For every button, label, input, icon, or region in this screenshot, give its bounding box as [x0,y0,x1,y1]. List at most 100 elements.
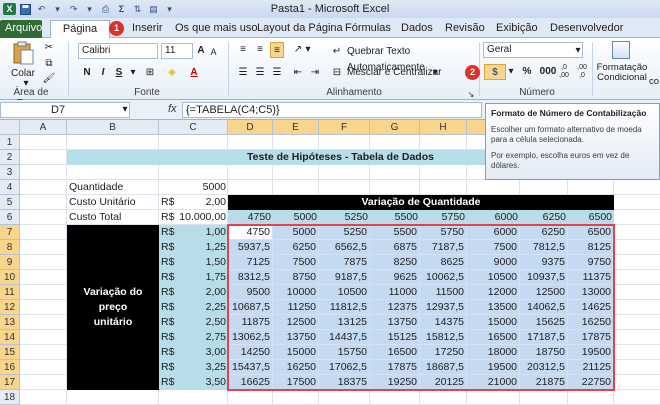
price-header-cell[interactable]: 3,00 [177,345,228,360]
data-table-cell[interactable]: 16500 [370,345,420,360]
row-header-18[interactable]: 18 [0,390,20,405]
data-table-cell[interactable]: 7812,5 [520,240,568,255]
data-table-cell[interactable]: 17500 [273,375,319,390]
font-size-select[interactable]: 11 [161,43,193,59]
data-table-cell[interactable]: 5000 [273,225,319,240]
sum-icon[interactable]: Σ [115,3,128,15]
name-box[interactable]: D7 [0,102,130,118]
align-center-icon[interactable]: ☰ [253,65,267,81]
data-table-cell[interactable]: 15437,5 [228,360,273,375]
price-header-cell[interactable]: 3,50 [177,375,228,390]
row-header-7[interactable]: 7 [0,225,20,240]
quantity-header-cell[interactable]: 5500 [370,210,420,225]
quantity-header-cell[interactable]: 6000 [467,210,520,225]
column-header-a[interactable]: A [20,120,67,135]
data-table-cell[interactable]: 6250 [520,225,568,240]
tab-formulas[interactable]: Fórmulas [340,20,396,38]
accounting-dropdown-icon[interactable]: ▾ [506,64,516,80]
data-table-cell[interactable]: 5250 [319,225,370,240]
data-table-cell[interactable]: 14062,5 [520,300,568,315]
row-header-16[interactable]: 16 [0,360,20,375]
row-header-3[interactable]: 3 [0,165,20,180]
row-header-8[interactable]: 8 [0,240,20,255]
conditional-format-button[interactable]: Formatação Condicional [594,63,650,83]
column-header-d[interactable]: D [228,120,273,135]
data-table-cell[interactable]: 18000 [467,345,520,360]
copy-icon[interactable]: ⧉ [42,56,56,72]
data-table-cell[interactable]: 19500 [568,345,614,360]
data-table-cell[interactable]: 9500 [228,285,273,300]
data-table-cell[interactable]: 17875 [370,360,420,375]
thousands-button[interactable]: 000 [538,64,558,80]
merge-center-icon[interactable]: ⊟ [330,65,344,81]
print-preview-icon[interactable]: ⎙ [99,3,112,15]
column-header-c[interactable]: C [159,120,228,135]
price-header-cell[interactable]: 1,00 [177,225,228,240]
row-header-17[interactable]: 17 [0,375,20,390]
data-table-cell[interactable]: 10062,5 [420,270,467,285]
row-header-10[interactable]: 10 [0,270,20,285]
data-table-cell[interactable]: 11000 [370,285,420,300]
data-table-cell[interactable]: 21875 [520,375,568,390]
data-table-cell[interactable]: 11375 [568,270,614,285]
row-header-15[interactable]: 15 [0,345,20,360]
data-table-cell[interactable]: 8750 [273,270,319,285]
custo-unitario-label[interactable]: Custo Unitário [67,195,159,210]
data-table-cell[interactable]: 13062,5 [228,330,273,345]
data-table-cell[interactable]: 19250 [370,375,420,390]
tab-arquivo[interactable]: Arquivo [0,20,42,38]
format-painter-icon[interactable]: 🖌 [42,71,56,87]
data-table-cell[interactable]: 10500 [319,285,370,300]
font-color-button[interactable]: A [186,65,202,81]
data-table-cell[interactable]: 10937,5 [520,270,568,285]
data-table-cell[interactable]: 13750 [273,330,319,345]
number-format-select[interactable]: Geral [483,42,583,58]
wrap-text-icon[interactable]: ↵ [330,44,344,60]
name-box-dropdown-icon[interactable]: ▾ [120,102,130,118]
undo-icon[interactable]: ↶ [35,3,48,15]
tab-revisao[interactable]: Revisão [440,20,490,38]
row-header-1[interactable]: 1 [0,135,20,150]
data-table-cell[interactable]: 6250 [273,240,319,255]
bold-button[interactable]: N [80,65,94,81]
align-middle-icon[interactable]: ≡ [253,42,267,58]
data-table-cell[interactable]: 16250 [273,360,319,375]
wrap-text-button[interactable]: Quebrar Texto Automaticamente [347,44,477,73]
row-header-13[interactable]: 13 [0,315,20,330]
row-header-5[interactable]: 5 [0,195,20,210]
price-header-cell[interactable]: 2,75 [177,330,228,345]
data-table-cell[interactable]: 8625 [420,255,467,270]
redo-icon[interactable]: ↷ [67,3,80,15]
decrease-indent-icon[interactable]: ⇤ [291,65,305,81]
data-table-cell[interactable]: 15125 [370,330,420,345]
data-table-cell[interactable]: 14437,5 [319,330,370,345]
data-table-cell[interactable]: 17250 [420,345,467,360]
data-table-cell[interactable]: 7187,5 [420,240,467,255]
data-table-cell[interactable]: 7125 [228,255,273,270]
data-table-cell[interactable]: 11875 [228,315,273,330]
data-table-cell[interactable]: 15000 [273,345,319,360]
quantidade-value[interactable]: 5000 [159,180,228,195]
custo-total-value[interactable]: 10.000,00 [177,210,228,225]
data-table-cell[interactable]: 21000 [467,375,520,390]
data-table-cell[interactable]: 14375 [420,315,467,330]
tab-inserir[interactable]: Inserir [127,20,168,38]
decrease-decimal-button[interactable]: ,00 ,0 [574,64,590,80]
quantity-header-cell[interactable]: 4750 [228,210,273,225]
align-right-icon[interactable]: ☰ [270,65,284,81]
data-table-cell[interactable]: 4750 [228,225,273,240]
data-table-cell[interactable]: 9750 [568,255,614,270]
quantidade-label[interactable]: Quantidade [67,180,159,195]
tab-os-que-mais-uso[interactable]: Os que mais uso [170,20,263,38]
accounting-format-button[interactable]: $ [484,64,506,80]
data-table-cell[interactable]: 19500 [467,360,520,375]
format-as-table-button[interactable]: co [648,74,660,90]
row-header-11[interactable]: 11 [0,285,20,300]
paste-icon[interactable] [12,41,34,65]
borders-icon[interactable]: ⊞ [142,65,158,81]
column-header-e[interactable]: E [273,120,319,135]
data-table-cell[interactable]: 21125 [568,360,614,375]
data-table-cell[interactable]: 12000 [467,285,520,300]
row-header-2[interactable]: 2 [0,150,20,165]
column-header-f[interactable]: F [319,120,370,135]
